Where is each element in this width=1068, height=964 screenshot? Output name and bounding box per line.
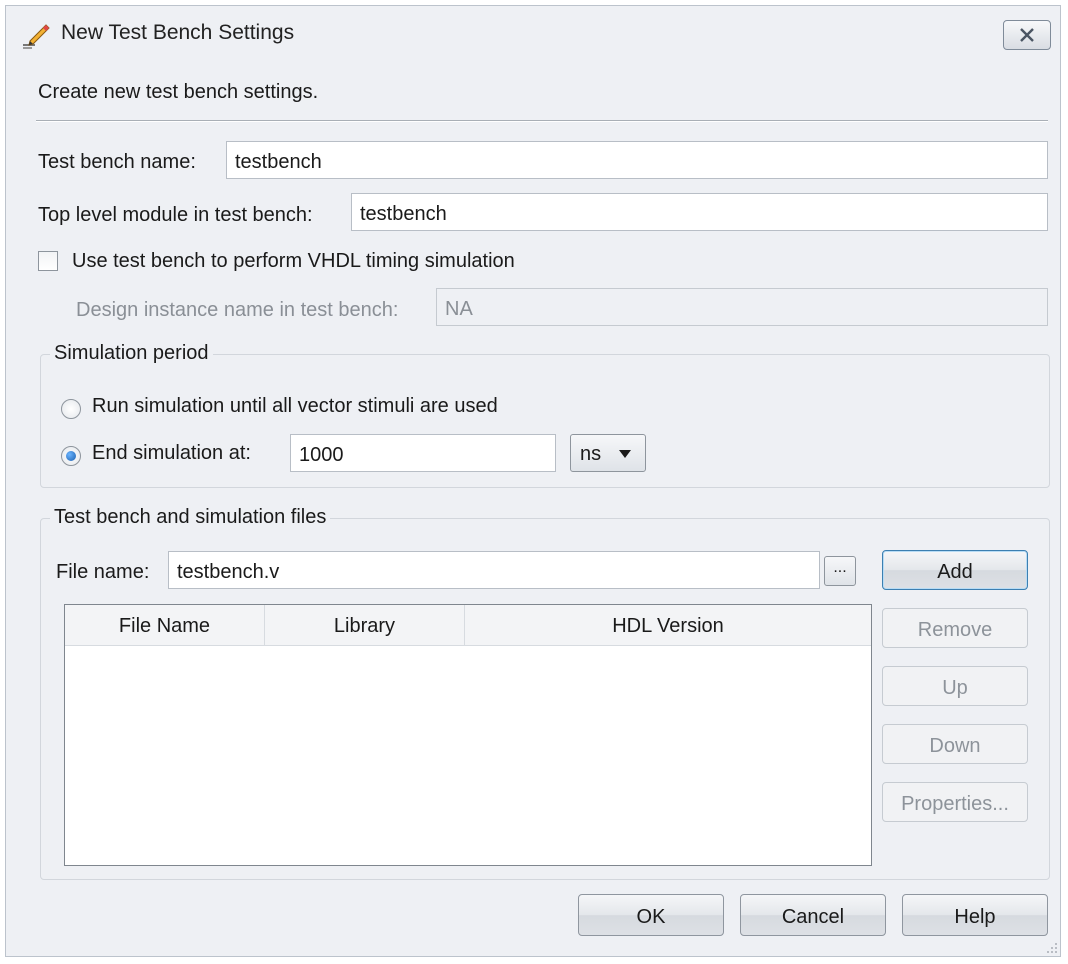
add-button-label: Add xyxy=(937,561,973,583)
files-table[interactable]: File Name Library HDL Version xyxy=(64,604,872,866)
close-button[interactable] xyxy=(1003,20,1051,50)
run-until-radio[interactable] xyxy=(61,399,81,419)
pencil-settings-icon xyxy=(21,20,51,50)
file-name-input[interactable]: testbench.v xyxy=(168,551,820,589)
header-separator xyxy=(36,120,1048,122)
help-button-label: Help xyxy=(954,906,996,928)
top-level-module-label: Top level module in test bench: xyxy=(38,204,313,226)
vhdl-timing-checkbox[interactable] xyxy=(38,251,58,271)
test-bench-name-label: Test bench name: xyxy=(38,151,196,173)
intro-text: Create new test bench settings. xyxy=(38,81,319,103)
end-time-input[interactable]: 1000 xyxy=(290,434,556,472)
cancel-button[interactable]: Cancel xyxy=(740,894,886,936)
files-group-title: Test bench and simulation files xyxy=(50,506,331,529)
up-button-label: Up xyxy=(942,677,968,699)
title-bar[interactable]: New Test Bench Settings xyxy=(6,6,1060,62)
ok-button[interactable]: OK xyxy=(578,894,724,936)
properties-button-label: Properties... xyxy=(901,793,1009,815)
time-unit-select[interactable]: ns xyxy=(570,434,646,472)
top-level-module-input[interactable]: testbench xyxy=(351,193,1048,231)
vhdl-timing-label[interactable]: Use test bench to perform VHDL timing si… xyxy=(72,250,515,273)
remove-button: Remove xyxy=(882,608,1028,648)
design-instance-label: Design instance name in test bench: xyxy=(76,299,399,321)
dialog-window: New Test Bench Settings Create new test … xyxy=(5,5,1061,957)
time-unit-value: ns xyxy=(580,443,602,465)
ok-button-label: OK xyxy=(636,906,666,928)
chevron-down-icon xyxy=(619,450,631,458)
browse-button[interactable]: ... xyxy=(824,556,856,586)
help-button[interactable]: Help xyxy=(902,894,1048,936)
remove-button-label: Remove xyxy=(917,619,993,641)
window-title: New Test Bench Settings xyxy=(61,21,295,44)
up-button: Up xyxy=(882,666,1028,706)
files-table-header: File Name Library HDL Version xyxy=(65,605,871,646)
down-button-label: Down xyxy=(929,735,981,757)
column-header-hdl-version[interactable]: HDL Version xyxy=(465,605,871,645)
design-instance-input: NA xyxy=(436,288,1048,326)
properties-button: Properties... xyxy=(882,782,1028,822)
close-icon xyxy=(1020,28,1034,42)
test-bench-name-input[interactable]: testbench xyxy=(226,141,1048,179)
end-at-label[interactable]: End simulation at: xyxy=(92,442,251,465)
end-at-radio[interactable] xyxy=(61,446,81,466)
cancel-button-label: Cancel xyxy=(781,906,845,928)
add-button[interactable]: Add xyxy=(882,550,1028,590)
run-until-label[interactable]: Run simulation until all vector stimuli … xyxy=(92,395,498,418)
resize-grip-icon[interactable] xyxy=(1046,942,1058,954)
column-header-file-name[interactable]: File Name xyxy=(65,605,265,645)
file-name-label: File name: xyxy=(56,561,150,583)
simulation-period-title: Simulation period xyxy=(50,342,213,365)
down-button: Down xyxy=(882,724,1028,764)
column-header-library[interactable]: Library xyxy=(265,605,465,645)
